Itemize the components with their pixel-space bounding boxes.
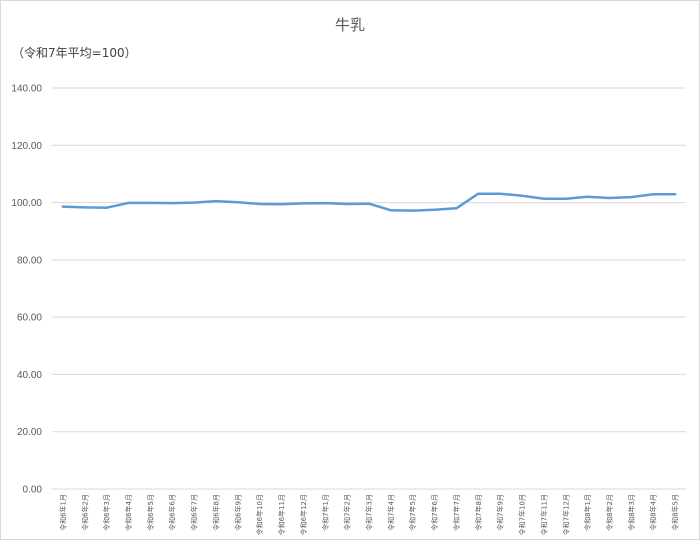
x-tick-label: 令和6年9月 [233,494,242,531]
x-tick-label: 令和7年5月 [408,494,417,531]
x-tick-label: 令和7年10月 [518,494,527,535]
y-tick-label: 80.00 [17,255,42,266]
x-tick-label: 令和8年5月 [671,494,680,531]
y-tick-label: 60.00 [17,313,42,324]
data-point [258,202,261,206]
x-tick-label: 令和6年7月 [190,494,199,531]
data-point [564,197,567,200]
data-point [520,194,524,197]
x-tick-label: 令和7年4月 [386,494,395,531]
x-tick-label: 令和6年4月 [124,494,133,531]
y-tick-label: 40.00 [17,370,42,381]
y-tick-label: 100.00 [11,198,42,209]
gridlines [52,87,686,490]
y-tick-label: 120.00 [11,141,42,152]
x-tick-label: 令和7年8月 [474,494,483,531]
y-axis-ticks: 0.00 20.00 40.00 60.00 80.00 100.00 120.00 140.… [11,84,42,496]
data-point [586,195,589,198]
data-point [630,195,633,199]
line-chart: 0.00 20.00 40.00 60.00 80.00 100.00 120.00 140.… [11,84,686,535]
data-point [455,207,458,210]
x-tick-label: 令和6年10月 [255,494,264,535]
x-tick-label: 令和7年2月 [343,494,352,531]
data-point [608,196,611,200]
y-tick-label: 0.00 [23,485,43,496]
data-point [214,199,218,203]
x-tick-label: 令和6年3月 [102,494,111,531]
data-point [673,193,677,196]
data-point [83,206,87,209]
data-point [236,201,239,204]
data-point [149,201,152,205]
data-point [345,202,349,206]
data-point [302,202,305,205]
x-tick-label: 令和7年3月 [365,494,374,531]
x-tick-label: 令和6年6月 [168,494,177,531]
data-point [542,197,546,200]
data-point [61,205,65,208]
x-tick-label: 令和6年5月 [146,494,155,531]
data-point [433,208,436,211]
x-tick-label: 令和7年7月 [452,494,461,531]
data-point [105,206,108,209]
y-tick-label: 20.00 [17,427,42,438]
x-tick-label: 令和8年3月 [627,494,636,531]
data-point [324,201,327,205]
data-point [477,192,480,195]
x-tick-label: 令和6年12月 [299,494,308,535]
x-tick-label: 令和8年4月 [649,494,658,531]
data-point [411,209,414,212]
x-tick-label: 令和7年11月 [539,494,548,535]
x-tick-label: 令和8年1月 [583,494,592,531]
x-tick-label: 令和7年9月 [496,494,505,531]
y-tick-label: 140.00 [11,84,42,95]
x-axis-ticks: 令和6年1月 令和6年2月 令和6年3月 令和6年4月 令和6年5月 令和6年6月 令和6年… [58,494,679,535]
x-tick-label: 令和7年1月 [321,494,330,531]
x-tick-label: 令和7年12月 [561,494,570,535]
data-point [192,201,196,204]
x-tick-label: 令和6年1月 [58,494,67,531]
data-point [171,201,174,205]
data-point [367,202,371,205]
data-point [280,203,283,206]
data-point [499,192,502,195]
x-tick-label: 令和6年11月 [277,494,286,535]
data-point [389,209,393,212]
data-point [127,201,130,205]
data-point [652,193,655,196]
x-tick-label: 令和8年2月 [605,494,614,531]
x-tick-label: 令和6年2月 [80,494,89,531]
x-tick-label: 令和7年6月 [430,494,439,531]
x-tick-label: 令和6年8月 [211,494,220,531]
